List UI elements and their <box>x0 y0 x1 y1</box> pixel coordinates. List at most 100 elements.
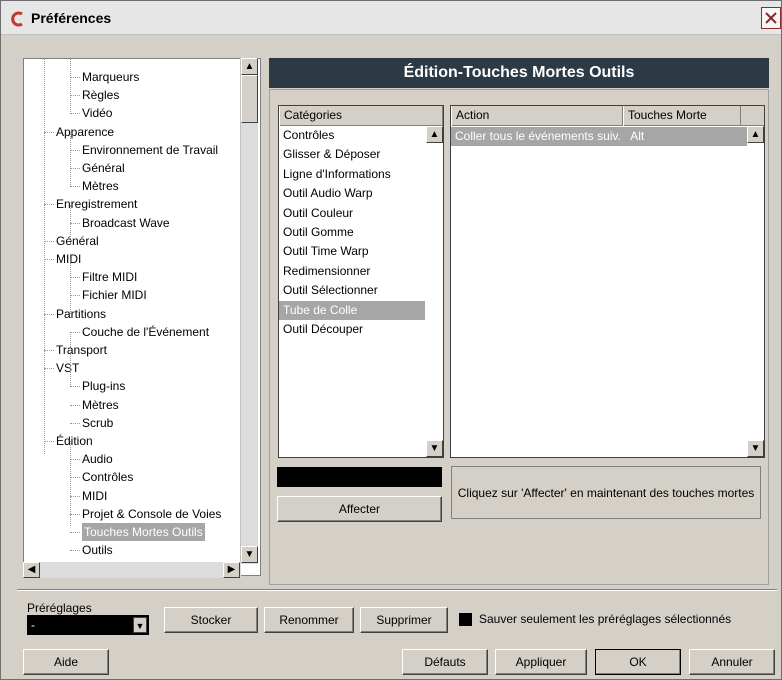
tree-connector <box>70 277 80 279</box>
action-column-head[interactable]: Action <box>451 106 623 126</box>
help-button[interactable]: Aide <box>23 649 109 675</box>
keys-column-head[interactable]: Touches Morte <box>623 106 741 126</box>
tree-guide <box>70 441 71 526</box>
tree-item[interactable]: MIDI <box>82 487 107 505</box>
scroll-down-button[interactable]: ▼ <box>241 546 258 563</box>
tree-item[interactable]: Vidéo <box>82 104 112 122</box>
assign-button[interactable]: Affecter <box>277 496 442 522</box>
tree-connector <box>70 186 80 188</box>
tree-item[interactable]: Général <box>82 159 125 177</box>
categories-list[interactable]: Catégories Contrôles Glisser & Déposer Lig… <box>278 105 444 458</box>
tree-connector <box>70 422 80 424</box>
tree-connector <box>44 313 54 315</box>
tree-guide <box>70 132 71 187</box>
tree-connector <box>70 386 80 388</box>
tree-connector <box>70 404 80 406</box>
category-item[interactable]: Ligne d'Informations <box>279 165 425 184</box>
tree-item[interactable]: Enregistrement <box>56 195 137 213</box>
tree-item[interactable]: Scrub <box>82 414 113 432</box>
title-bar: Préférences <box>1 1 781 35</box>
action-name: Coller tous le événements suiv. <box>455 129 621 143</box>
tree-connector <box>70 149 80 151</box>
action-row[interactable]: Coller tous le événements suiv. Alt <box>451 127 747 146</box>
category-item[interactable]: Tube de Colle <box>279 300 425 320</box>
tree-item[interactable]: Couche de l'Événement <box>82 323 209 341</box>
category-item[interactable]: Contrôles <box>279 126 425 145</box>
tree-connector <box>70 477 80 479</box>
tree-item[interactable]: Fichier MIDI <box>82 286 147 304</box>
tree-item[interactable]: Règles <box>82 86 119 104</box>
tree-guide <box>44 59 45 454</box>
category-item[interactable]: Redimensionner <box>279 262 425 281</box>
tree-item[interactable]: Audio <box>82 450 113 468</box>
modifier-key-field[interactable] <box>277 467 442 487</box>
tree-item[interactable]: Partitions <box>56 305 106 323</box>
scroll-left-button[interactable]: ◀ <box>23 562 40 578</box>
apply-button[interactable]: Appliquer <box>495 649 587 675</box>
ok-button[interactable]: OK <box>595 649 681 675</box>
tree-item[interactable]: Édition <box>56 432 93 450</box>
defaults-button[interactable]: Défauts <box>402 649 488 675</box>
close-button[interactable] <box>761 7 781 29</box>
tree-connector <box>70 95 80 97</box>
tree-horizontal-scrollbar[interactable]: ◀ ▶ <box>23 562 241 578</box>
category-item[interactable]: Outil Gomme <box>279 223 425 242</box>
scroll-thumb[interactable] <box>241 75 258 123</box>
store-button[interactable]: Stocker <box>164 607 258 633</box>
tree-item[interactable]: Contrôles <box>82 468 133 486</box>
actions-scroll-up[interactable]: ▲ <box>747 126 764 143</box>
category-item[interactable]: Outil Couleur <box>279 204 425 223</box>
tree-item[interactable]: VST <box>56 359 79 377</box>
category-item[interactable]: Outil Découper <box>279 320 425 339</box>
window-title: Préférences <box>31 10 112 26</box>
tree-item[interactable]: Plug-ins <box>82 377 125 395</box>
tree-item[interactable]: Apparence <box>56 123 114 141</box>
chevron-down-icon[interactable]: ▼ <box>133 617 147 633</box>
categories-scroll-down[interactable]: ▼ <box>426 440 443 457</box>
tree-connector <box>70 77 80 78</box>
tree-item[interactable]: Environnement de Travail <box>82 141 218 159</box>
separator <box>17 589 777 591</box>
rename-button[interactable]: Renommer <box>264 607 354 633</box>
tree-connector <box>70 459 80 461</box>
category-item[interactable]: Glisser & Déposer <box>279 145 425 164</box>
save-selected-checkbox[interactable] <box>459 613 472 626</box>
tree-connector <box>70 113 80 115</box>
scroll-up-button[interactable]: ▲ <box>241 58 258 75</box>
action-keys: Alt <box>630 129 645 143</box>
actions-list[interactable]: Action Touches Morte Coller tous le évén… <box>450 105 765 458</box>
save-selected-label: Sauver seulement les préréglages sélecti… <box>479 612 732 626</box>
actions-scroll-down[interactable]: ▼ <box>747 440 764 457</box>
preferences-window: Préférences Marqueurs Règles Vidéo Apparenc… <box>0 0 782 680</box>
tree-vertical-scrollbar[interactable]: ▲ ▼ <box>240 58 258 564</box>
tree-item[interactable]: Marqueurs <box>82 68 139 86</box>
tree-item[interactable]: Mètres <box>82 396 119 414</box>
tree-item[interactable]: Touches Mortes Outils <box>82 523 205 541</box>
category-tree[interactable]: Marqueurs Règles Vidéo Apparence Environneme… <box>23 58 261 576</box>
scroll-right-button[interactable]: ▶ <box>223 562 240 578</box>
section-title: Édition-Touches Mortes Outils <box>269 58 769 88</box>
tree-item[interactable]: Transport <box>56 341 107 359</box>
category-item[interactable]: Outil Audio Warp <box>279 184 425 203</box>
tree-item[interactable]: Mètres <box>82 177 119 195</box>
categories-scroll-up[interactable]: ▲ <box>426 126 443 143</box>
tree-guide <box>70 205 71 243</box>
delete-button[interactable]: Supprimer <box>360 607 448 633</box>
presets-label: Préréglages <box>27 601 92 615</box>
tree-connector <box>44 131 54 133</box>
category-item[interactable]: Outil Sélectionner <box>279 281 425 300</box>
tree-item[interactable]: Outils <box>82 541 113 559</box>
categories-header: Catégories <box>279 106 443 126</box>
cancel-button[interactable]: Annuler <box>689 649 775 675</box>
tree-item[interactable]: Filtre MIDI <box>82 268 137 286</box>
tree-connector <box>44 240 54 242</box>
tree-item[interactable]: Broadcast Wave <box>82 214 170 232</box>
categories-column-head[interactable]: Catégories <box>279 106 443 126</box>
tree-item[interactable]: Projet & Console de Voies <box>82 505 221 523</box>
tree-item[interactable]: Général <box>56 232 99 250</box>
tree-connector <box>70 532 80 533</box>
presets-select[interactable]: - ▼ <box>27 615 149 635</box>
category-item[interactable]: Outil Time Warp <box>279 242 425 261</box>
tree-item[interactable]: MIDI <box>56 250 81 268</box>
tree-connector <box>70 295 80 297</box>
